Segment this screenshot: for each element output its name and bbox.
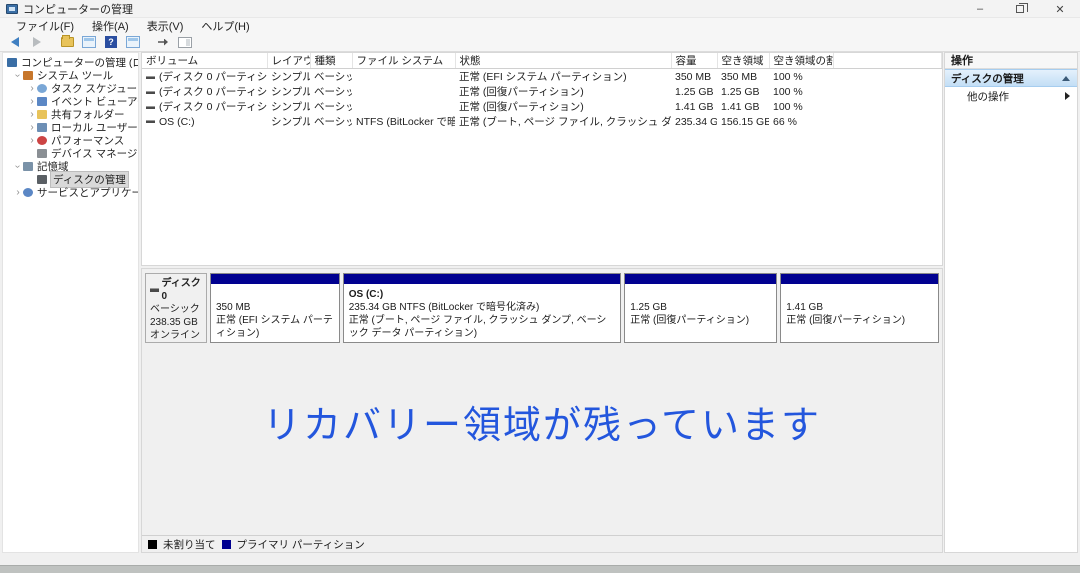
col-layout[interactable]: レイアウト [267,53,311,69]
device-manager-icon [37,149,47,158]
chevron-right-icon[interactable] [27,135,37,146]
tree-item-device-manager[interactable]: デバイス マネージャー [3,147,138,160]
disk-management-icon [37,175,47,184]
tree-item-services-applications[interactable]: サービスとアプリケーション [3,186,138,199]
volume-icon [146,120,155,124]
volume-table: ボリューム レイアウト 種類 ファイル システム 状態 容量 空き領域 空き領域… [142,53,942,129]
desktop-edge [0,565,1080,573]
disk-size: 238.35 GB [150,317,198,328]
task-scheduler-icon [37,84,47,93]
volume-row-partition5[interactable]: (ディスク 0 パーティション 5) シンプル ベーシック 正常 (回復パーティ… [142,99,942,114]
partition-recovery-2[interactable]: 1.41 GB 正常 (回復パーティション) [780,273,939,343]
menu-view[interactable]: 表示(V) [139,18,192,34]
performance-icon [37,136,47,145]
col-volume[interactable]: ボリューム [142,53,268,69]
disk-icon [150,288,159,292]
action-more-actions[interactable]: 他の操作 [945,87,1077,105]
disk-0-label[interactable]: ディスク 0 ベーシック 238.35 GB オンライン [145,273,207,343]
storage-icon [23,162,33,171]
volume-icon [146,105,155,109]
minimize-button[interactable]: – [960,0,1000,18]
volume-table-header: ボリューム レイアウト 種類 ファイル システム 状態 容量 空き領域 空き領域… [142,53,942,69]
console-tree: コンピューターの管理 (ローカル) システム ツール タスク スケジューラ イベ… [2,52,139,553]
help-icon[interactable]: ? [102,34,120,50]
disk-management-pane: ボリューム レイアウト 種類 ファイル システム 状態 容量 空き領域 空き領域… [141,52,943,553]
users-groups-icon [37,123,47,132]
disk-graphic-view: ディスク 0 ベーシック 238.35 GB オンライン 350 MB 正常 (… [141,268,943,553]
export-list-icon[interactable] [58,34,76,50]
col-capacity[interactable]: 容量 [671,53,718,69]
menu-help[interactable]: ヘルプ(H) [193,18,257,34]
toolbar: ? [0,33,1080,52]
partition-os-c[interactable]: OS (C:) 235.34 GB NTFS (BitLocker で暗号化済み… [342,273,622,343]
menu-file[interactable]: ファイル(F) [8,18,82,34]
partition-efi[interactable]: 350 MB 正常 (EFI システム パーティション) [210,273,340,343]
actions-pane: 操作 ディスクの管理 他の操作 [944,52,1078,553]
close-button[interactable]: ✕ [1040,0,1080,18]
menu-bar: ファイル(F) 操作(A) 表示(V) ヘルプ(H) [0,18,1080,33]
col-status[interactable]: 状態 [455,53,672,69]
disk-status: オンライン [150,330,200,341]
unallocated-swatch [148,539,157,549]
collapse-icon[interactable] [1062,75,1070,81]
chevron-down-icon[interactable] [13,70,23,81]
chevron-right-icon[interactable] [27,83,37,94]
actions-header: 操作 [945,53,1077,69]
restore-icon [1016,3,1028,13]
forward-arrow-icon[interactable] [28,34,46,50]
computer-management-window: コンピューターの管理 – ✕ ファイル(F) 操作(A) 表示(V) ヘルプ(H… [0,0,1080,573]
unallocated-label: 未割り当て [163,538,216,551]
chevron-right-icon[interactable] [27,122,37,133]
partition-recovery-1[interactable]: 1.25 GB 正常 (回復パーティション) [624,273,778,343]
annotation-recovery-note: リカバリー領域が残っています [262,405,822,447]
app-icon [6,3,18,14]
primary-partition-label: プライマリ パーティション [236,538,365,551]
volume-icon [146,90,155,94]
restore-button[interactable] [1000,0,1040,18]
chevron-right-icon[interactable] [13,187,23,198]
volume-list: ボリューム レイアウト 種類 ファイル システム 状態 容量 空き領域 空き領域… [141,52,943,266]
menu-action[interactable]: 操作(A) [84,18,137,34]
chevron-right-icon[interactable] [27,109,37,120]
legend-bar: 未割り当て プライマリ パーティション [142,535,942,552]
volume-row-os-c[interactable]: OS (C:) シンプル ベーシック NTFS (BitLocker で暗号化済… [142,114,942,129]
chevron-right-icon[interactable] [27,96,37,107]
back-arrow-icon[interactable] [6,34,24,50]
col-type[interactable]: 種類 [310,53,353,69]
system-tools-icon [23,71,33,80]
action-disk-management[interactable]: ディスクの管理 [945,69,1077,87]
disk-type: ベーシック [150,304,200,315]
col-free-percent[interactable]: 空き領域の割合 [769,53,834,69]
volume-row-partition1[interactable]: (ディスク 0 パーティション 1) シンプル ベーシック 正常 (EFI シス… [142,69,942,85]
window-controls: – ✕ [960,0,1080,18]
expand-icon[interactable] [1065,92,1070,100]
volume-icon [146,75,155,79]
computer-icon [7,58,17,67]
services-applications-icon [23,188,33,197]
primary-partition-swatch [221,539,231,549]
show-console-tree-icon[interactable] [80,34,98,50]
volume-row-partition4[interactable]: (ディスク 0 パーティション 4) シンプル ベーシック 正常 (回復パーティ… [142,84,942,99]
window-title: コンピューターの管理 [23,3,133,16]
pointer-icon[interactable] [154,34,172,50]
event-viewer-icon [37,97,47,106]
col-filesystem[interactable]: ファイル システム [352,53,456,69]
show-action-pane-icon[interactable] [124,34,142,50]
col-empty [833,53,942,69]
properties-pane-icon[interactable] [176,34,194,50]
chevron-down-icon[interactable] [13,161,23,172]
title-bar: コンピューターの管理 – ✕ [0,0,1080,18]
col-free-space[interactable]: 空き領域 [717,53,770,69]
shared-folders-icon [37,110,47,119]
disk-0-row: ディスク 0 ベーシック 238.35 GB オンライン 350 MB 正常 (… [145,273,939,343]
partitions: 350 MB 正常 (EFI システム パーティション) OS (C:) 235… [210,273,939,343]
